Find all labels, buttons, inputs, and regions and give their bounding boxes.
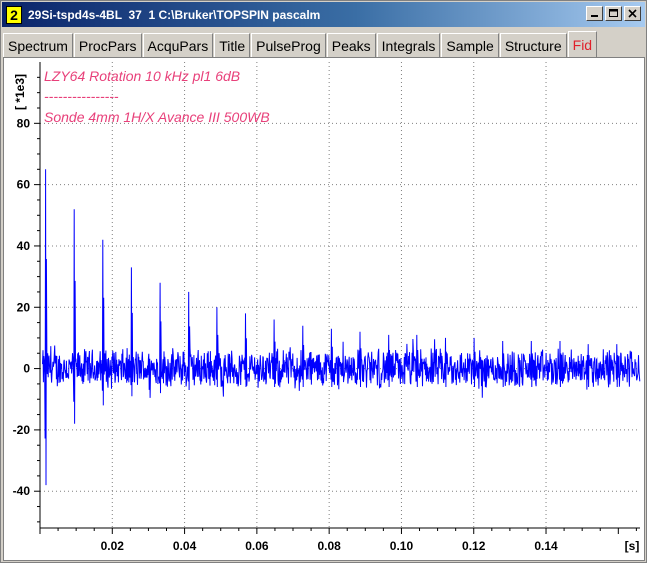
x-tick-label: 0.02 bbox=[101, 539, 125, 553]
x-tick-label: 0.04 bbox=[173, 539, 197, 553]
fid-signal-line bbox=[42, 169, 641, 486]
maximize-button[interactable] bbox=[605, 6, 622, 21]
fid-plot-area[interactable]: 80 60 40 20 0 -20 -40 [ *1e3] 0.02 0.04 0.06 0.08 0.… bbox=[3, 57, 645, 561]
window-number-badge: 2 bbox=[6, 5, 22, 24]
fid-chart[interactable]: 80 60 40 20 0 -20 -40 [ *1e3] 0.02 0.04 0.06 0.08 0.… bbox=[4, 58, 644, 560]
tab-procpars[interactable]: ProcPars bbox=[73, 33, 142, 57]
annotation-line-2: ---------------- bbox=[44, 88, 119, 104]
y-tick-label: 80 bbox=[17, 116, 31, 130]
tab-peaks[interactable]: Peaks bbox=[326, 33, 376, 57]
x-tick-label: 0.12 bbox=[462, 539, 486, 553]
title-bar[interactable]: 2 29Si-tspd4s-4BL 37 1 C:\Bruker\TOPSPIN… bbox=[2, 2, 645, 27]
x-tick-label: 0.10 bbox=[390, 539, 414, 553]
tab-acqupars[interactable]: AcquPars bbox=[142, 33, 214, 57]
y-tick-label: -20 bbox=[13, 423, 31, 437]
tab-structure[interactable]: Structure bbox=[499, 33, 567, 57]
window-title: 29Si-tspd4s-4BL 37 1 C:\Bruker\TOPSPIN p… bbox=[28, 7, 321, 22]
tab-sample[interactable]: Sample bbox=[441, 33, 499, 57]
y-axis-label: [ *1e3] bbox=[13, 74, 27, 110]
x-tick-label: 0.06 bbox=[245, 539, 269, 553]
tab-bar: Spectrum ProcPars AcquPars Title PulseProg Pe… bbox=[3, 31, 598, 57]
close-icon bbox=[628, 9, 637, 18]
annotation-line-1: LZY64 Rotation 10 kHz pl1 6dB bbox=[44, 68, 241, 84]
y-tick-label: 0 bbox=[23, 362, 30, 376]
tab-pulseprog[interactable]: PulseProg bbox=[251, 33, 326, 57]
x-tick-label: 0.14 bbox=[534, 539, 558, 553]
y-tick-label: 40 bbox=[17, 239, 31, 253]
x-tick-label: 0.08 bbox=[317, 539, 341, 553]
minimize-button[interactable] bbox=[586, 6, 603, 21]
y-tick-label: 20 bbox=[17, 300, 31, 314]
close-button[interactable] bbox=[624, 6, 641, 21]
maximize-icon bbox=[608, 9, 618, 17]
tab-integrals[interactable]: Integrals bbox=[376, 33, 441, 57]
y-tick-label: 60 bbox=[17, 178, 31, 192]
fid-window: 2 29Si-tspd4s-4BL 37 1 C:\Bruker\TOPSPIN… bbox=[0, 0, 647, 563]
tab-fid[interactable]: Fid bbox=[567, 31, 598, 57]
annotation-line-3: Sonde 4mm 1H/X Avance III 500WB bbox=[44, 109, 270, 125]
minimize-icon bbox=[591, 15, 598, 17]
x-axis-label: [s] bbox=[625, 539, 640, 553]
tab-spectrum[interactable]: Spectrum bbox=[3, 33, 73, 57]
tab-title[interactable]: Title bbox=[214, 33, 251, 57]
y-tick-label: -40 bbox=[13, 484, 31, 498]
